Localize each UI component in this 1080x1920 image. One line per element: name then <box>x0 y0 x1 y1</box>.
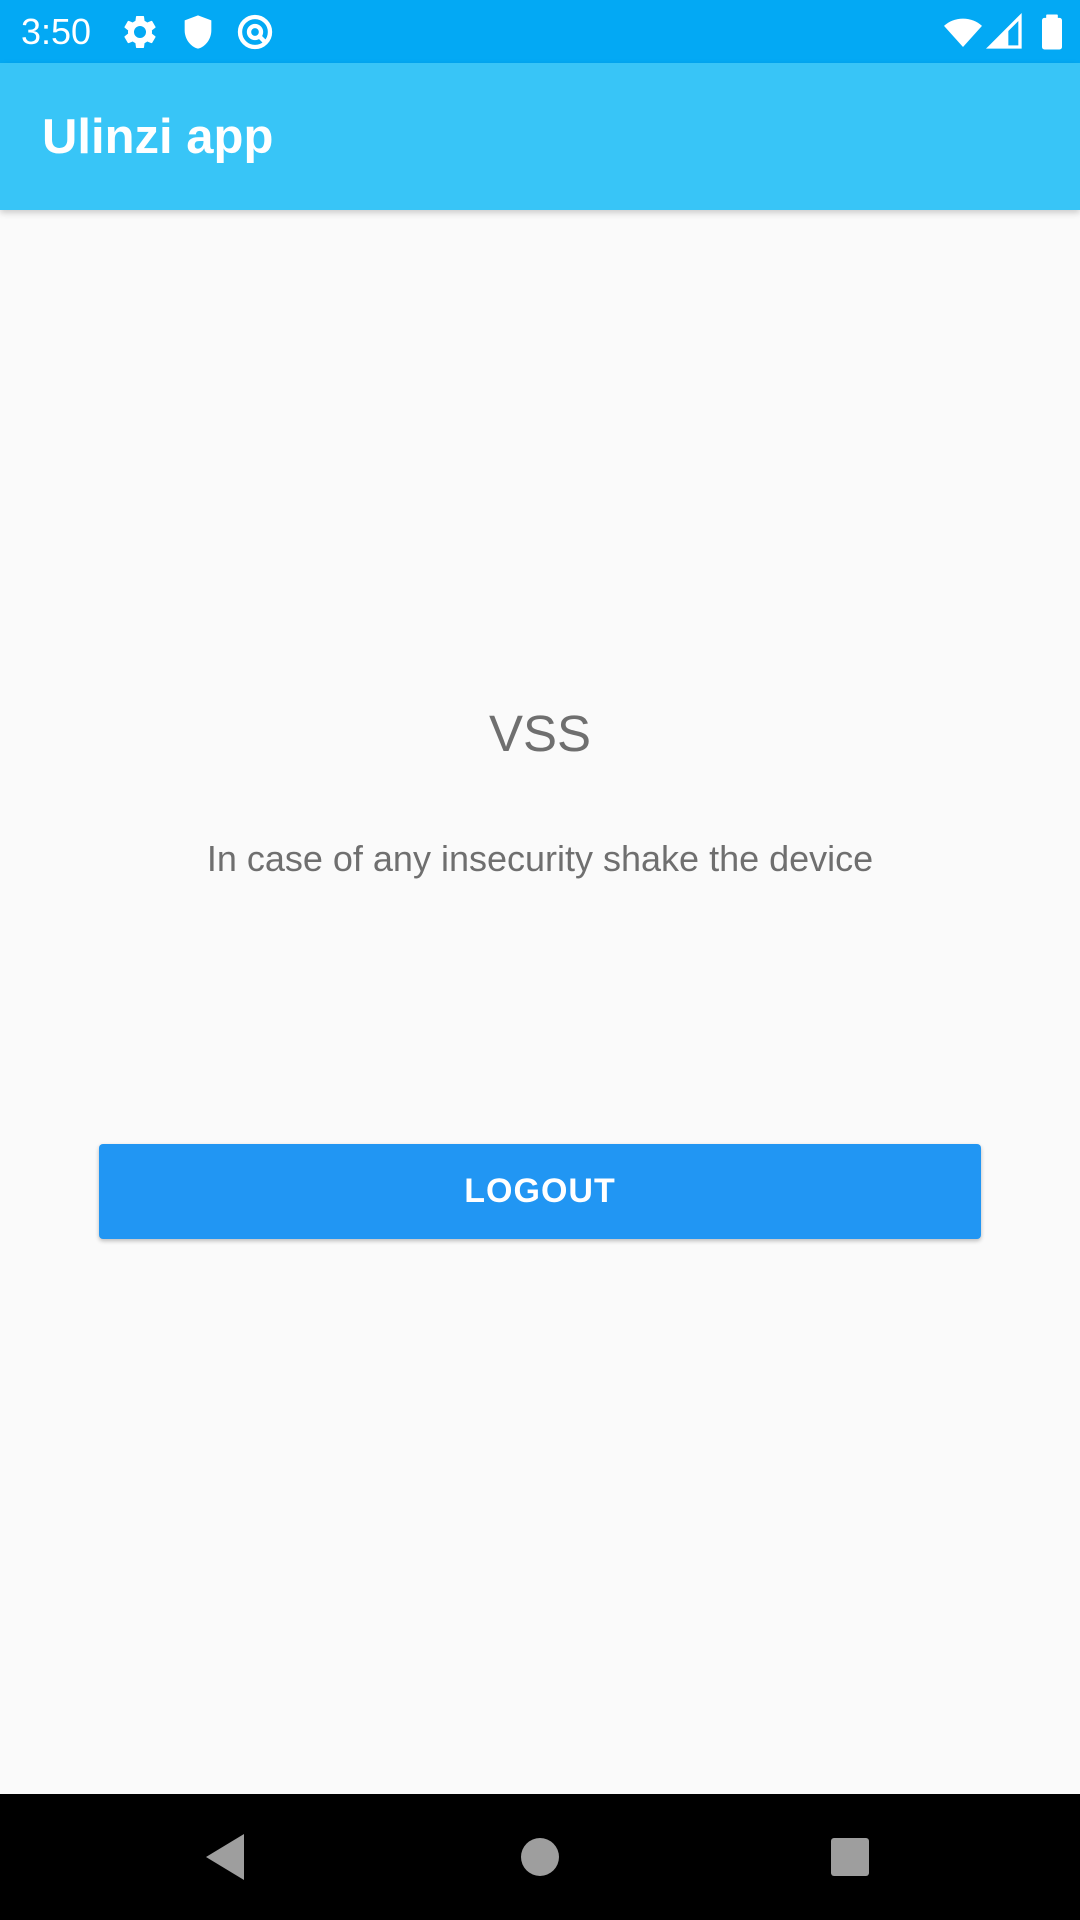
app-title: Ulinzi app <box>42 110 274 164</box>
recents-button[interactable] <box>770 1794 930 1920</box>
battery-icon <box>1042 14 1062 50</box>
page-title: VSS <box>488 705 592 762</box>
gear-icon <box>124 15 156 48</box>
home-icon <box>521 1838 559 1876</box>
navigation-bar <box>0 1794 1080 1920</box>
wifi-icon <box>944 18 982 47</box>
logout-button[interactable]: LOGOUT <box>99 1144 981 1239</box>
status-time: 3:50 <box>21 11 92 52</box>
status-bar: 3:50 <box>0 0 1080 63</box>
recents-icon <box>831 1838 869 1876</box>
home-button[interactable] <box>460 1794 620 1920</box>
shield-icon <box>184 15 212 49</box>
vpn-at-icon <box>237 14 273 50</box>
instruction-text: In case of any insecurity shake the devi… <box>206 838 874 879</box>
back-icon <box>206 1834 244 1880</box>
app-bar: Ulinzi app <box>0 63 1080 210</box>
signal-icon <box>985 12 1022 49</box>
back-button[interactable] <box>145 1794 305 1920</box>
logout-label: LOGOUT <box>464 1172 616 1210</box>
